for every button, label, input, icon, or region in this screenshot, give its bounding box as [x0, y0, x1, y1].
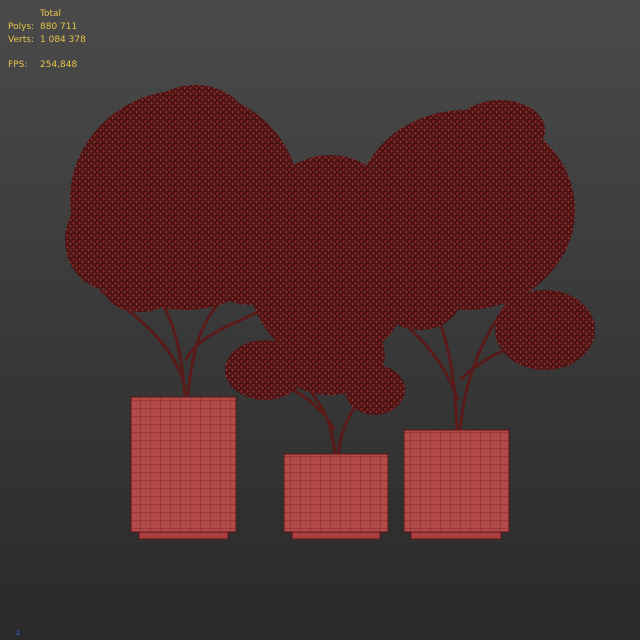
axis-indicator: z: [16, 628, 21, 637]
left-pot: [130, 396, 237, 540]
viewport-scene[interactable]: [0, 0, 640, 640]
right-pot: [403, 429, 510, 540]
right-potted-tree[interactable]: [355, 100, 595, 540]
middle-pot: [283, 453, 389, 540]
